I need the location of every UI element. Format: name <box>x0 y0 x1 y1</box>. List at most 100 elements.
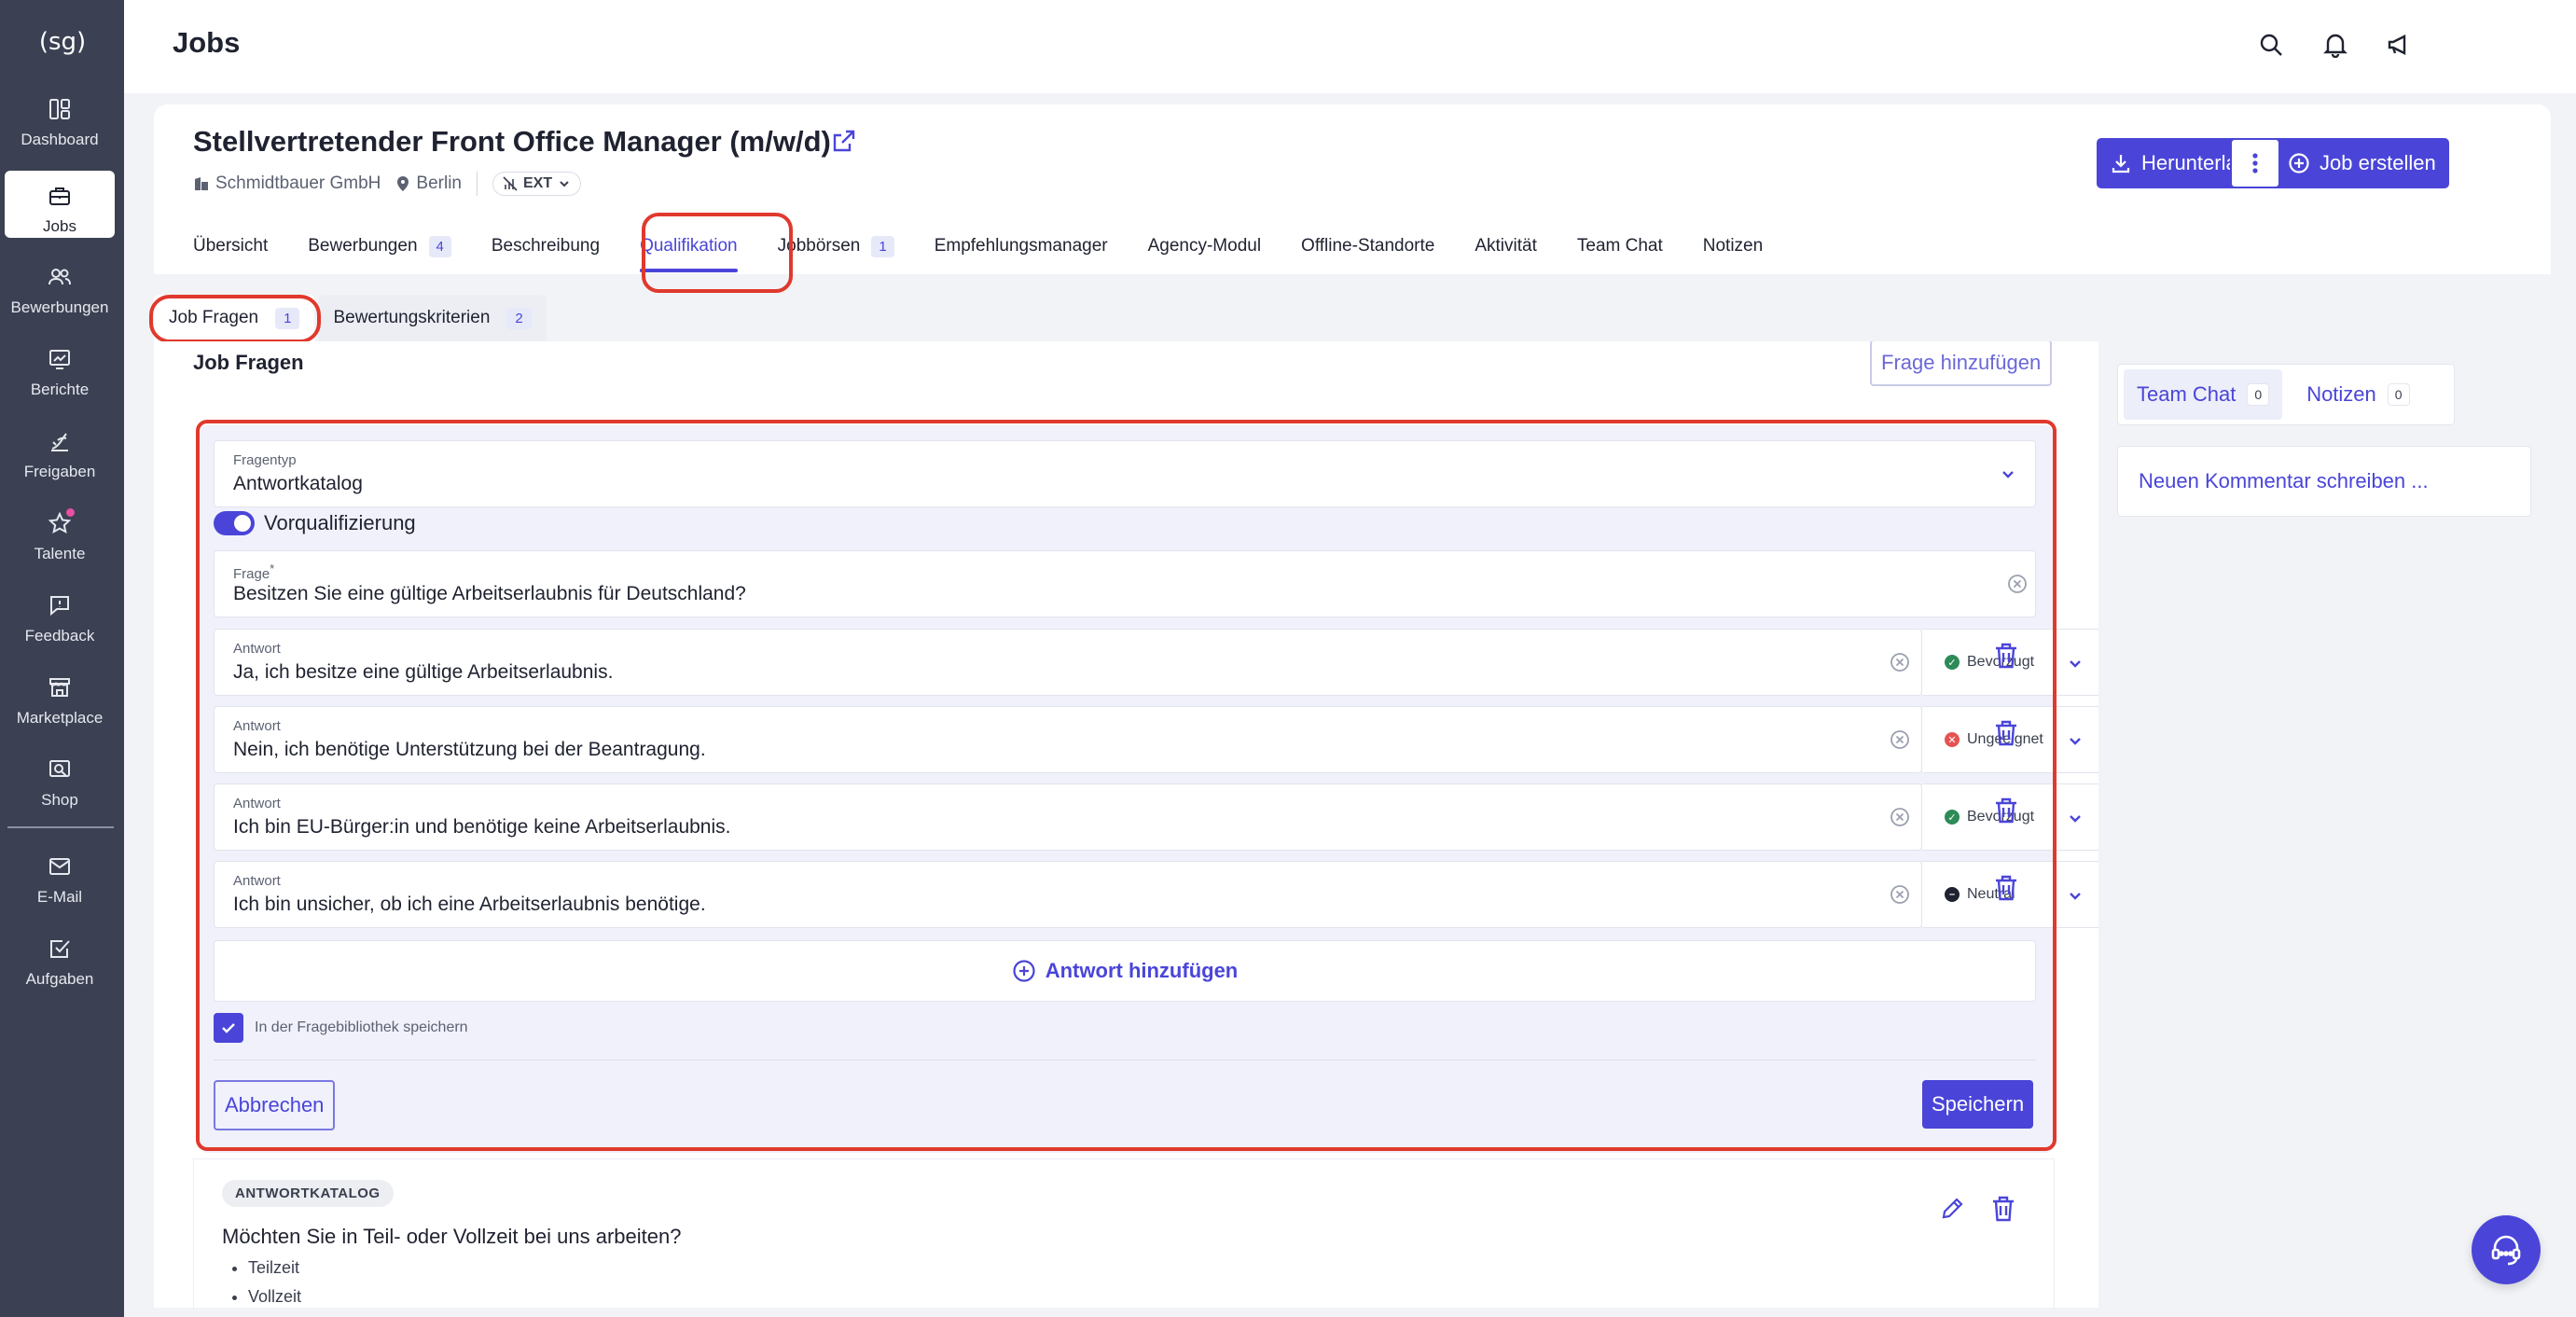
tab-offline-standorte[interactable]: Offline-Standorte <box>1301 226 1434 267</box>
chevron-down-icon <box>2067 732 2084 749</box>
sidebar-item-shop[interactable]: Shop <box>5 744 115 811</box>
question-type-select[interactable]: Fragentyp Antwortkatalog <box>214 440 2036 507</box>
bell-icon[interactable] <box>2319 28 2352 62</box>
clear-icon[interactable] <box>1890 652 1910 672</box>
clear-icon[interactable] <box>1890 807 1910 827</box>
trash-icon[interactable] <box>1990 1195 2016 1223</box>
edit-icon[interactable] <box>1940 1195 1966 1221</box>
store-icon <box>46 673 74 701</box>
field-label: Antwort <box>233 796 281 811</box>
answer-input[interactable]: Antwort Nein, ich benötige Unterstützung… <box>214 706 1922 773</box>
save-button[interactable]: Speichern <box>1922 1080 2034 1129</box>
question-card: ANTWORTKATALOG Möchten Sie in Teil- oder… <box>193 1158 2055 1308</box>
new-comment-input[interactable]: Neuen Kommentar schreiben ... <box>2117 446 2531 517</box>
sidebar-item-label: Bewerbungen <box>10 298 109 316</box>
chevron-down-icon <box>2000 465 2016 482</box>
sidebar-item-label: Feedback <box>24 627 95 645</box>
sidebar-item-jobs[interactable]: Jobs <box>5 171 115 238</box>
sidebar-item-berichte[interactable]: Berichte <box>5 334 115 401</box>
headset-icon <box>2491 1235 2521 1266</box>
topbar: Jobs <box>124 0 2576 93</box>
tab-beschreibung[interactable]: Beschreibung <box>492 226 600 267</box>
field-value: Ja, ich besitze eine gültige Arbeitserla… <box>233 661 614 683</box>
sidebar-item-aufgaben[interactable]: Aufgaben <box>5 923 115 991</box>
tasks-icon <box>46 935 74 963</box>
tab-notizen-side[interactable]: Notizen 0 <box>2293 369 2422 420</box>
tab-empfehlungsmanager[interactable]: Empfehlungsmanager <box>935 226 1108 267</box>
sidebar-item-talente[interactable]: Talente <box>5 498 115 565</box>
tab-label: Team Chat <box>2137 382 2237 406</box>
job-tabs: Übersicht Bewerbungen 4 Beschreibung Qual… <box>193 226 1803 272</box>
tab-team-chat[interactable]: Team Chat <box>1577 226 1663 267</box>
clear-icon[interactable] <box>1890 729 1910 750</box>
list-item: Vollzeit <box>248 1287 301 1307</box>
field-label: Antwort <box>233 641 281 657</box>
prequalification-toggle[interactable] <box>214 511 255 535</box>
tab-label: Notizen <box>2306 382 2376 406</box>
question-label-text: Frage <box>233 566 270 582</box>
tab-uebersicht[interactable]: Übersicht <box>193 226 268 267</box>
job-meta: Schmidtbauer GmbH Berlin EXT <box>193 172 582 196</box>
tab-label: Qualifikation <box>640 236 738 256</box>
check-icon: ✓ <box>1945 655 1960 670</box>
clear-icon[interactable] <box>2007 574 2028 594</box>
minus-icon: – <box>1945 887 1960 902</box>
tab-label: Notizen <box>1702 236 1764 256</box>
subtab-job-fragen[interactable]: Job Fragen 1 <box>154 295 315 341</box>
answer-input[interactable]: Antwort Ich bin EU-Bürger:in und benötig… <box>214 783 1922 851</box>
more-options-button[interactable] <box>2230 138 2280 188</box>
external-link-icon[interactable] <box>831 128 857 154</box>
tab-team-chat-side[interactable]: Team Chat 0 <box>2124 369 2283 420</box>
sidebar-item-email[interactable]: E-Mail <box>5 841 115 908</box>
sidebar-item-label: Berichte <box>30 381 90 398</box>
tab-aktivitaet[interactable]: Aktivität <box>1475 226 1537 267</box>
answer-input[interactable]: Antwort Ich bin unsicher, ob ich eine Ar… <box>214 861 1922 928</box>
shop-icon <box>46 756 74 783</box>
logo-icon: (sg) <box>38 28 85 56</box>
side-tabs: Team Chat 0 Notizen 0 <box>2117 364 2455 425</box>
tab-jobboersen[interactable]: Jobbörsen 1 <box>778 226 894 267</box>
answer-input[interactable]: Antwort Ja, ich besitze eine gültige Arb… <box>214 629 1922 696</box>
sidebar-item-dashboard[interactable]: Dashboard <box>5 84 115 151</box>
sidebar-item-freigaben[interactable]: Freigaben <box>5 416 115 483</box>
cancel-button[interactable]: Abbrechen <box>214 1080 336 1130</box>
sidebar-item-feedback[interactable]: Feedback <box>5 580 115 647</box>
sidebar-item-label: Talente <box>34 545 86 562</box>
trash-icon[interactable] <box>1993 797 2019 825</box>
tab-qualifikation[interactable]: Qualifikation <box>640 226 738 272</box>
subtab-bewertungskriterien[interactable]: Bewertungskriterien 2 <box>318 295 547 341</box>
search-icon[interactable] <box>2254 28 2288 62</box>
question-editor: Fragentyp Antwortkatalog Vorqualifizieru… <box>201 425 2098 1153</box>
field-value: Antwortkatalog <box>233 473 363 494</box>
logo[interactable]: (sg) <box>0 15 124 67</box>
job-title: Stellvertretender Front Office Manager (… <box>193 125 831 158</box>
add-question-button[interactable]: Frage hinzufügen <box>1870 341 2053 386</box>
chart-icon <box>46 345 74 373</box>
trash-icon[interactable] <box>1993 719 2019 747</box>
tab-bewerbungen[interactable]: Bewerbungen 4 <box>308 226 451 267</box>
ext-badge[interactable]: EXT <box>492 172 582 196</box>
tab-agency-modul[interactable]: Agency-Modul <box>1148 226 1261 267</box>
count-badge: 1 <box>871 235 894 257</box>
save-to-library-checkbox[interactable] <box>214 1013 243 1043</box>
meta-divider <box>476 172 478 196</box>
sidebar-item-marketplace[interactable]: Marketplace <box>5 662 115 729</box>
question-input[interactable]: Frage* Besitzen Sie eine gültige Arbeits… <box>214 550 2036 617</box>
trash-icon[interactable] <box>1993 642 2019 670</box>
clear-icon[interactable] <box>1890 884 1910 905</box>
subtab-label: Job Fragen <box>169 308 259 327</box>
tab-label: Offline-Standorte <box>1301 236 1435 256</box>
support-button[interactable] <box>2472 1215 2541 1284</box>
field-value: Ich bin EU-Bürger:in und benötige keine … <box>233 816 731 838</box>
tab-notizen[interactable]: Notizen <box>1703 226 1763 267</box>
field-value: Ich bin unsicher, ob ich eine Arbeitserl… <box>233 894 706 915</box>
check-icon: ✓ <box>1945 810 1960 825</box>
create-job-button[interactable]: Job erstellen <box>2275 138 2449 188</box>
chevron-down-icon <box>2067 655 2084 672</box>
megaphone-icon[interactable] <box>2382 28 2416 62</box>
sidebar-item-bewerbungen[interactable]: Bewerbungen <box>5 252 115 319</box>
add-answer-button[interactable]: Antwort hinzufügen <box>214 940 2036 1002</box>
trash-icon[interactable] <box>1993 874 2019 902</box>
create-job-label: Job erstellen <box>2320 151 2436 174</box>
tab-label: Team Chat <box>1576 236 1663 256</box>
